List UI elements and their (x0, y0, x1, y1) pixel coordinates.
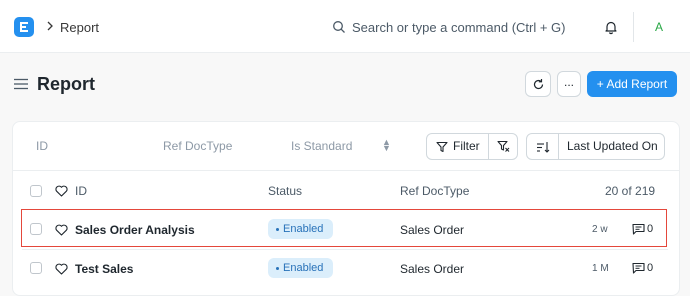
sidebar-toggle-icon[interactable] (14, 78, 28, 90)
status-badge-label: Enabled (283, 223, 324, 235)
filter-button[interactable]: Filter (426, 133, 489, 160)
row-checkbox[interactable] (30, 262, 42, 274)
status-dot (276, 227, 279, 231)
heart-icon[interactable] (55, 263, 68, 275)
heart-icon[interactable] (55, 224, 68, 236)
status-dot (276, 266, 279, 270)
row-checkbox[interactable] (30, 223, 42, 235)
row-modified-time: 1 M (592, 263, 609, 274)
id-filter-input[interactable]: ID (36, 139, 48, 153)
heart-icon[interactable] (55, 185, 68, 197)
row-title-link[interactable]: Sales Order Analysis (75, 223, 195, 237)
page-title: Report (37, 74, 95, 94)
row-divider (22, 249, 668, 250)
comment-count: 0 (647, 223, 654, 235)
row-ref-doctype: Sales Order (400, 223, 465, 237)
list-count: 20 of 219 (605, 184, 656, 198)
status-badge-label: Enabled (283, 262, 324, 274)
select-arrows-icon: ▲ ▼ (382, 137, 391, 153)
refresh-icon (533, 79, 544, 90)
frappe-logo-icon[interactable] (14, 17, 34, 37)
row-title-link[interactable]: Test Sales (75, 262, 133, 276)
sort-by-button[interactable]: Last Updated On (558, 133, 665, 160)
sort-descending-icon (537, 142, 550, 153)
filter-icon (436, 141, 448, 153)
search-icon (333, 21, 345, 33)
sort-order-button[interactable] (526, 133, 559, 160)
filter-clear-icon (497, 140, 510, 152)
status-badge: Enabled (268, 258, 333, 278)
clear-filters-button[interactable] (488, 133, 518, 160)
select-all-checkbox[interactable] (30, 185, 42, 197)
navbar-divider (633, 12, 634, 42)
chevron-right-icon (47, 21, 53, 31)
reload-button[interactable] (525, 71, 551, 97)
top-navbar: Report Search or type a command (Ctrl + … (0, 0, 690, 53)
column-header-id[interactable]: ID (75, 184, 87, 198)
notification-bell-icon[interactable] (603, 19, 619, 35)
breadcrumb[interactable]: Report (60, 20, 99, 35)
search-input[interactable]: Search or type a command (Ctrl + G) (352, 20, 566, 35)
avatar[interactable]: A (648, 16, 670, 38)
more-actions-button[interactable]: ... (557, 71, 581, 97)
filter-button-label: Filter (453, 139, 480, 153)
column-header-status: Status (268, 184, 303, 198)
column-header-ref-doctype: Ref DocType (400, 184, 470, 198)
status-badge: Enabled (268, 219, 333, 239)
row-ref-doctype: Sales Order (400, 262, 465, 276)
add-report-button[interactable]: + Add Report (587, 71, 677, 97)
comment-count: 0 (647, 262, 654, 274)
comment-icon[interactable] (632, 223, 645, 235)
row-modified-time: 2 w (592, 224, 608, 235)
filter-divider (13, 170, 679, 171)
ref-doctype-filter-input[interactable]: Ref DocType (163, 139, 232, 153)
comment-icon[interactable] (632, 262, 645, 274)
is-standard-filter-select[interactable]: Is Standard (291, 139, 352, 153)
